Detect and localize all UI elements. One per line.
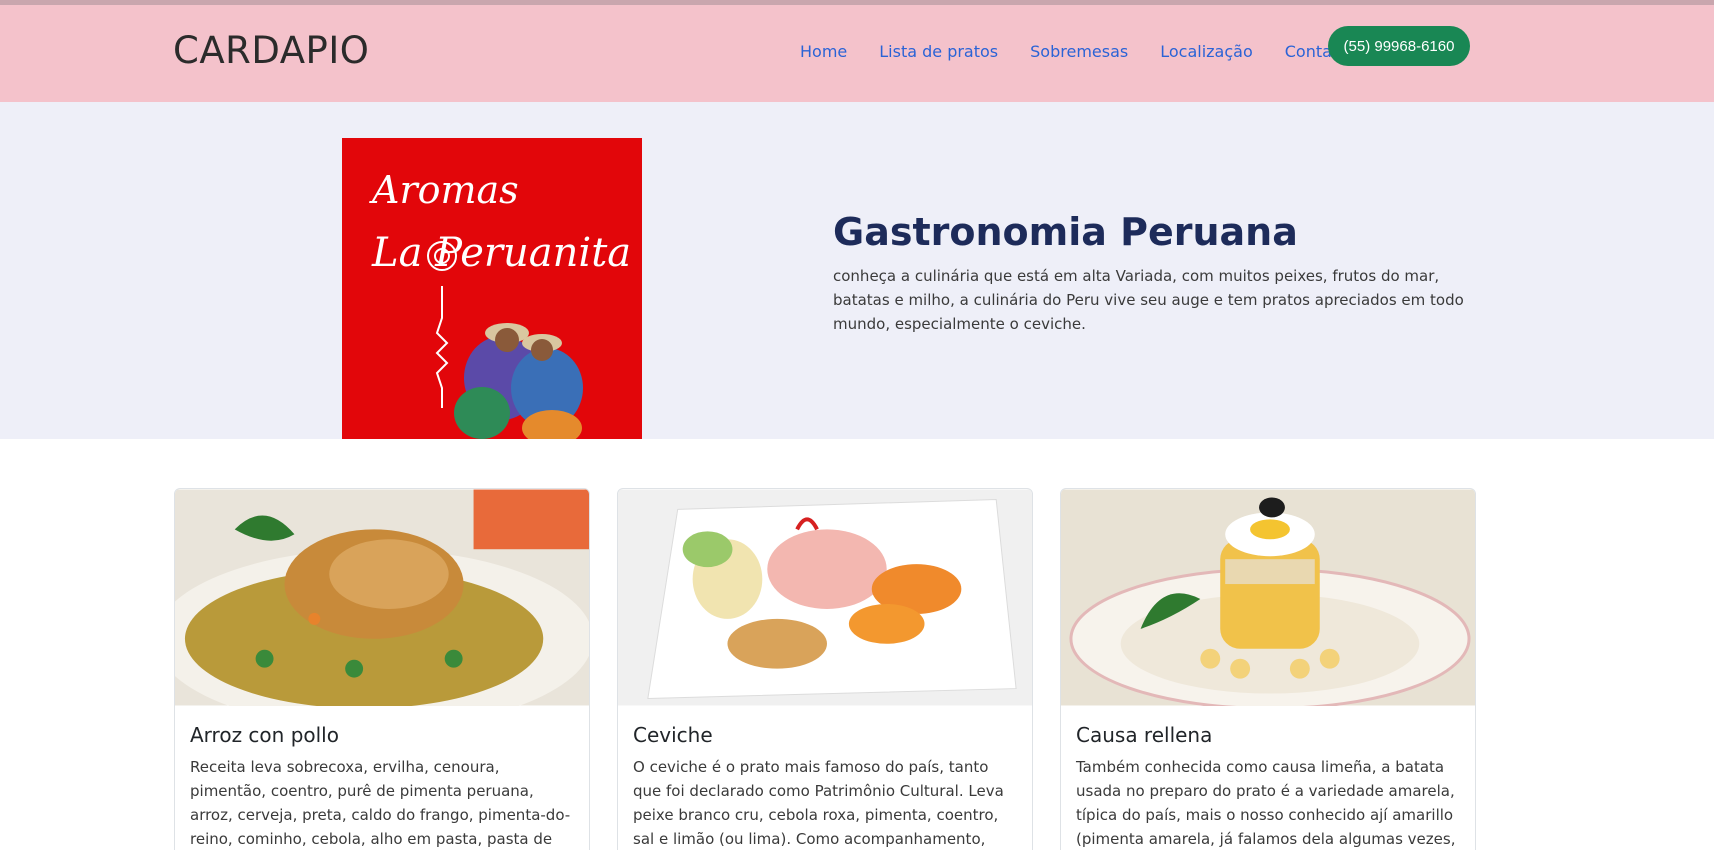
nav-link-home[interactable]: Home: [800, 42, 847, 61]
brand-logo[interactable]: CARDAPIO: [173, 29, 369, 72]
card-title: Arroz con pollo: [190, 723, 339, 747]
card-text: O ceviche é o prato mais famoso do país,…: [633, 758, 1004, 848]
card-title: Causa rellena: [1076, 723, 1213, 747]
dish-cards: Arroz con pollo Receita leva sobrecoxa, …: [174, 488, 1476, 850]
logo-figures-illustration: [427, 241, 583, 439]
nav-link-localizacao[interactable]: Localização: [1160, 42, 1253, 61]
causa-rellena-photo: [1061, 489, 1475, 706]
rice-with-chicken-photo: [175, 489, 589, 706]
navbar: CARDAPIO Home Lista de pratos Sobremesas…: [0, 5, 1714, 102]
restaurant-logo-image: Aromas La Peruanita: [342, 138, 642, 439]
hero-description: conheça a culinária que está em alta Var…: [833, 267, 1464, 333]
hero-title: Gastronomia Peruana: [833, 210, 1298, 254]
phone-button[interactable]: (55) 99968-6160: [1328, 26, 1470, 66]
nav-link-sobremesas[interactable]: Sobremesas: [1030, 42, 1128, 61]
card-text: Receita leva sobrecoxa, ervilha, cenoura…: [190, 758, 571, 848]
hero-section: Aromas La Peruanita Gastronomia Peruana …: [0, 102, 1714, 439]
ceviche-photo: [618, 489, 1032, 706]
nav-menu: Home Lista de pratos Sobremesas Localiza…: [800, 30, 1380, 72]
card-text: Também conhecida como causa limeña, a ba…: [1076, 758, 1456, 848]
card-title: Ceviche: [633, 723, 713, 747]
dish-card-arroz-con-pollo[interactable]: Arroz con pollo Receita leva sobrecoxa, …: [174, 488, 590, 850]
dish-card-ceviche[interactable]: Ceviche O ceviche é o prato mais famoso …: [617, 488, 1033, 850]
dish-card-causa-rellena[interactable]: Causa rellena Também conhecida como caus…: [1060, 488, 1476, 850]
nav-link-lista-de-pratos[interactable]: Lista de pratos: [879, 42, 998, 61]
